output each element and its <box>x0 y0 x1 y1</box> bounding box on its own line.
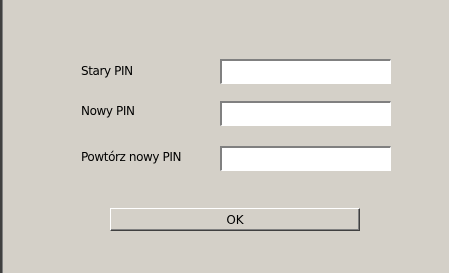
old-pin-label: Stary PIN <box>81 64 133 78</box>
repeat-new-pin-input[interactable] <box>220 146 391 171</box>
repeat-new-pin-label: Powtórz nowy PIN <box>81 150 182 164</box>
new-pin-label: Nowy PIN <box>81 104 135 118</box>
change-pin-dialog: Stary PIN Nowy PIN Powtórz nowy PIN OK <box>0 0 449 273</box>
new-pin-input[interactable] <box>220 101 391 126</box>
ok-button[interactable]: OK <box>110 208 360 231</box>
old-pin-input[interactable] <box>220 59 391 84</box>
